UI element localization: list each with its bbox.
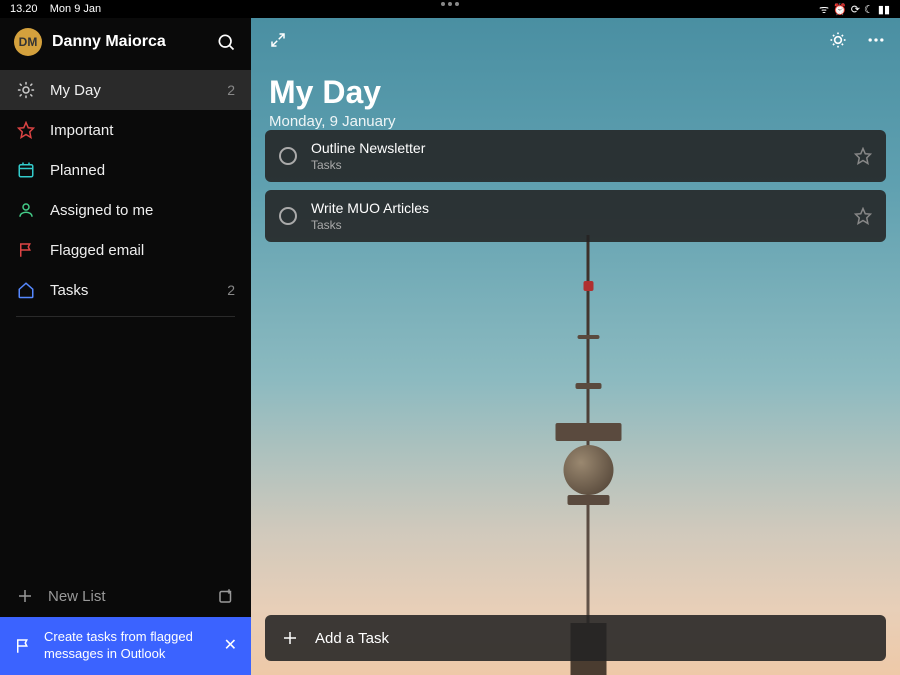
- star-icon[interactable]: [854, 147, 872, 165]
- outlook-banner[interactable]: Create tasks from flagged messages in Ou…: [0, 617, 251, 675]
- sidebar-item-assigned[interactable]: Assigned to me: [0, 190, 251, 230]
- status-icons: ᯤ ⏰ ⟳ ☾ ▮▮: [819, 2, 890, 17]
- new-list-button[interactable]: New List: [0, 575, 251, 617]
- page-title: My Day: [269, 74, 395, 111]
- suggestions-icon[interactable]: [828, 30, 848, 50]
- status-time: 13.20: [10, 3, 38, 15]
- task-row[interactable]: Outline Newsletter Tasks: [265, 130, 886, 182]
- rotation-lock-icon: ⟳: [851, 3, 860, 16]
- user-name[interactable]: Danny Maiorca: [52, 33, 205, 51]
- sidebar-item-label: My Day: [50, 82, 213, 99]
- close-icon[interactable]: ✕: [224, 636, 237, 657]
- main-toolbar: [269, 30, 886, 50]
- sidebar-item-important[interactable]: Important: [0, 110, 251, 150]
- calendar-icon: [16, 160, 36, 180]
- task-checkbox[interactable]: [279, 207, 297, 225]
- sidebar-item-label: Tasks: [50, 282, 213, 299]
- background-illustration: [587, 235, 590, 675]
- add-task-input[interactable]: Add a Task: [265, 615, 886, 661]
- sidebar-item-label: Flagged email: [50, 242, 235, 259]
- sidebar-item-planned[interactable]: Planned: [0, 150, 251, 190]
- plus-icon: [16, 587, 34, 605]
- avatar[interactable]: DM: [14, 28, 42, 56]
- flag-icon: [16, 240, 36, 260]
- home-icon: [16, 280, 36, 300]
- task-title: Outline Newsletter: [311, 140, 840, 156]
- task-list-name: Tasks: [311, 218, 840, 232]
- task-row[interactable]: Write MUO Articles Tasks: [265, 190, 886, 242]
- sidebar-item-my-day[interactable]: My Day 2: [0, 70, 251, 110]
- search-icon[interactable]: [215, 31, 237, 53]
- page-subtitle: Monday, 9 January: [269, 113, 395, 130]
- sidebar-divider: [16, 316, 235, 317]
- dnd-icon: ☾: [864, 3, 874, 16]
- sidebar-item-label: Important: [50, 122, 235, 139]
- banner-text: Create tasks from flagged messages in Ou…: [44, 629, 212, 663]
- plus-icon: [281, 629, 299, 647]
- sidebar-item-label: Assigned to me: [50, 202, 235, 219]
- person-icon: [16, 200, 36, 220]
- more-icon[interactable]: [866, 30, 886, 50]
- alarm-icon: ⏰: [833, 3, 847, 16]
- new-group-icon[interactable]: [217, 587, 235, 605]
- sidebar-item-label: Planned: [50, 162, 235, 179]
- title-block: My Day Monday, 9 January: [269, 74, 395, 130]
- sidebar: DM Danny Maiorca My Day 2 Important: [0, 18, 251, 675]
- star-icon[interactable]: [854, 207, 872, 225]
- wifi-icon: ᯤ: [819, 2, 829, 17]
- sidebar-item-flagged[interactable]: Flagged email: [0, 230, 251, 270]
- battery-icon: ▮▮: [878, 3, 890, 16]
- main-panel: My Day Monday, 9 January Outline Newslet…: [251, 18, 900, 675]
- star-icon: [16, 120, 36, 140]
- task-title: Write MUO Articles: [311, 200, 840, 216]
- flag-icon: [14, 637, 32, 655]
- status-date: Mon 9 Jan: [50, 3, 101, 15]
- task-checkbox[interactable]: [279, 147, 297, 165]
- sidebar-item-tasks[interactable]: Tasks 2: [0, 270, 251, 310]
- task-list: Outline Newsletter Tasks Write MUO Artic…: [265, 130, 886, 242]
- new-list-label: New List: [48, 588, 106, 605]
- task-list-name: Tasks: [311, 158, 840, 172]
- sidebar-header: DM Danny Maiorca: [0, 18, 251, 64]
- expand-icon[interactable]: [269, 31, 287, 49]
- sidebar-item-count: 2: [227, 282, 235, 298]
- add-task-label: Add a Task: [315, 630, 389, 647]
- multitask-dots-icon[interactable]: [441, 2, 459, 6]
- sidebar-list: My Day 2 Important Planned Assigned to: [0, 64, 251, 575]
- sun-icon: [16, 80, 36, 100]
- sidebar-item-count: 2: [227, 82, 235, 98]
